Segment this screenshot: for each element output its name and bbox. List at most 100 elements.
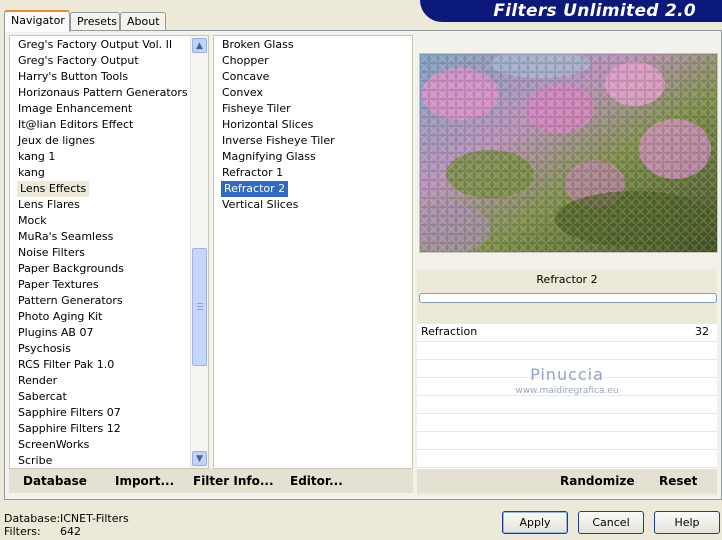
category-item-label: Sapphire Filters 07: [18, 406, 121, 419]
brand-banner: Filters Unlimited 2.0: [420, 0, 722, 22]
category-item-row[interactable]: Greg's Factory Output Vol. II: [10, 37, 208, 53]
filter-item-row[interactable]: Vertical Slices: [214, 197, 412, 213]
scroll-down-arrow-icon[interactable]: ▼: [192, 451, 207, 466]
filter-item-row[interactable]: Horizontal Slices: [214, 117, 412, 133]
right-action-bar: Randomize Reset: [417, 469, 717, 493]
category-item-label: Lens Flares: [18, 198, 80, 211]
filter-item-row[interactable]: Chopper: [214, 53, 412, 69]
filter-item-label: Refractor 2: [221, 181, 289, 197]
scroll-up-arrow-icon[interactable]: ▲: [192, 38, 207, 53]
filter-item-label: Horizontal Slices: [222, 118, 314, 131]
category-item-row[interactable]: Paper Backgrounds: [10, 261, 208, 277]
category-item-label: Mock: [18, 214, 47, 227]
filter-item-label: Vertical Slices: [222, 198, 299, 211]
filter-item-row[interactable]: Broken Glass: [214, 37, 412, 53]
category-item-row[interactable]: Paper Textures: [10, 277, 208, 293]
filter-item-row[interactable]: Refractor 1: [214, 165, 412, 181]
category-item-row[interactable]: Jeux de lignes: [10, 133, 208, 149]
filter-item-label: Fisheye Tiler: [222, 102, 291, 115]
category-item-row[interactable]: Lens Effects: [10, 181, 208, 197]
category-item-label: Scribe: [18, 454, 53, 467]
filter-item-label: Chopper: [222, 54, 269, 67]
category-item-label: It@lian Editors Effect: [18, 118, 134, 131]
category-item-row[interactable]: Plugins AB 07: [10, 325, 208, 341]
reset-button[interactable]: Reset: [659, 469, 697, 493]
category-item-row[interactable]: MuRa's Seamless: [10, 229, 208, 245]
category-item-label: Photo Aging Kit: [18, 310, 103, 323]
category-item-row[interactable]: kang: [10, 165, 208, 181]
category-item-label: Sapphire Filters 12: [18, 422, 121, 435]
category-item-row[interactable]: Psychosis: [10, 341, 208, 357]
category-item-label: Paper Backgrounds: [18, 262, 125, 275]
param-row-empty: [417, 342, 717, 360]
param-label: Refraction: [421, 325, 478, 338]
help-button[interactable]: Help: [654, 511, 720, 534]
param-row-empty: [417, 432, 717, 450]
category-item-label: ScreenWorks: [18, 438, 90, 451]
category-item-row[interactable]: Render: [10, 373, 208, 389]
tab-presets[interactable]: Presets: [70, 12, 120, 30]
filter-item-row[interactable]: Concave: [214, 69, 412, 85]
filter-list[interactable]: Broken Glass Chopper Concave Convex Fisheye …: [213, 35, 413, 469]
category-item-row[interactable]: kang 1: [10, 149, 208, 165]
category-item-row[interactable]: Noise Filters: [10, 245, 208, 261]
filter-item-label: Convex: [222, 86, 263, 99]
grip-line: [197, 306, 203, 307]
filter-preview-image: [419, 53, 718, 253]
filter-item-row[interactable]: Refractor 2: [214, 181, 412, 197]
category-item-row[interactable]: Photo Aging Kit: [10, 309, 208, 325]
category-item-row[interactable]: It@lian Editors Effect: [10, 117, 208, 133]
tab-about[interactable]: About: [120, 12, 166, 30]
database-label: Database:: [4, 512, 61, 525]
category-item-label: RCS Filter Pak 1.0: [18, 358, 115, 371]
brand-title: Filters Unlimited 2.0: [493, 1, 696, 21]
category-item-row[interactable]: Greg's Factory Output: [10, 53, 208, 69]
parameter-list: Refraction 32: [417, 324, 717, 486]
category-item-row[interactable]: Pattern Generators: [10, 293, 208, 309]
cancel-button[interactable]: Cancel: [578, 511, 644, 534]
grip-line: [197, 303, 203, 304]
category-list[interactable]: Greg's Factory Output Vol. II Greg's Fact…: [9, 35, 209, 469]
category-item-label: Pattern Generators: [18, 294, 123, 307]
category-item-label: Horizonaus Pattern Generators: [18, 86, 188, 99]
import-button[interactable]: Import...: [115, 469, 174, 493]
filter-item-row[interactable]: Convex: [214, 85, 412, 101]
editor-button[interactable]: Editor...: [290, 469, 343, 493]
category-item-label: Paper Textures: [18, 278, 99, 291]
category-item-row[interactable]: Scribe: [10, 453, 208, 468]
filter-info-button[interactable]: Filter Info...: [193, 469, 274, 493]
category-item-label: Psychosis: [18, 342, 71, 355]
category-item-row[interactable]: Image Enhancement: [10, 101, 208, 117]
category-scrollbar[interactable]: ▲ ▼: [190, 36, 208, 468]
category-item-row[interactable]: Harry's Button Tools: [10, 69, 208, 85]
filter-item-row[interactable]: Inverse Fisheye Tiler: [214, 133, 412, 149]
category-item-label: Greg's Factory Output Vol. II: [18, 38, 173, 51]
category-item-label: Greg's Factory Output: [18, 54, 139, 67]
filter-item-label: Refractor 1: [222, 166, 284, 179]
tab-navigator[interactable]: Navigator: [4, 10, 70, 32]
filter-title: Refractor 2: [536, 273, 598, 286]
apply-button[interactable]: Apply: [502, 511, 568, 534]
database-button[interactable]: Database: [23, 469, 87, 493]
category-item-row[interactable]: Sabercat: [10, 389, 208, 405]
category-item-row[interactable]: Lens Flares: [10, 197, 208, 213]
category-item-row[interactable]: Horizonaus Pattern Generators: [10, 85, 208, 101]
category-item-row[interactable]: RCS Filter Pak 1.0: [10, 357, 208, 373]
filter-item-row[interactable]: Magnifying Glass: [214, 149, 412, 165]
param-value: 32: [695, 325, 709, 338]
category-item-row[interactable]: Sapphire Filters 12: [10, 421, 208, 437]
filter-item-row[interactable]: Fisheye Tiler: [214, 101, 412, 117]
category-item-row[interactable]: Mock: [10, 213, 208, 229]
randomize-button[interactable]: Randomize: [560, 469, 634, 493]
category-item-label: kang 1: [18, 150, 56, 163]
scroll-thumb[interactable]: [192, 248, 207, 366]
category-item-label: Harry's Button Tools: [18, 70, 129, 83]
database-value: ICNET-Filters: [60, 512, 129, 525]
param-row-refraction[interactable]: Refraction 32: [417, 324, 717, 342]
category-item-label: Plugins AB 07: [18, 326, 94, 339]
category-item-row[interactable]: Sapphire Filters 07: [10, 405, 208, 421]
filter-item-label: Broken Glass: [222, 38, 294, 51]
category-item-label: Render: [18, 374, 58, 387]
category-item-label: Image Enhancement: [18, 102, 133, 115]
category-item-row[interactable]: ScreenWorks: [10, 437, 208, 453]
